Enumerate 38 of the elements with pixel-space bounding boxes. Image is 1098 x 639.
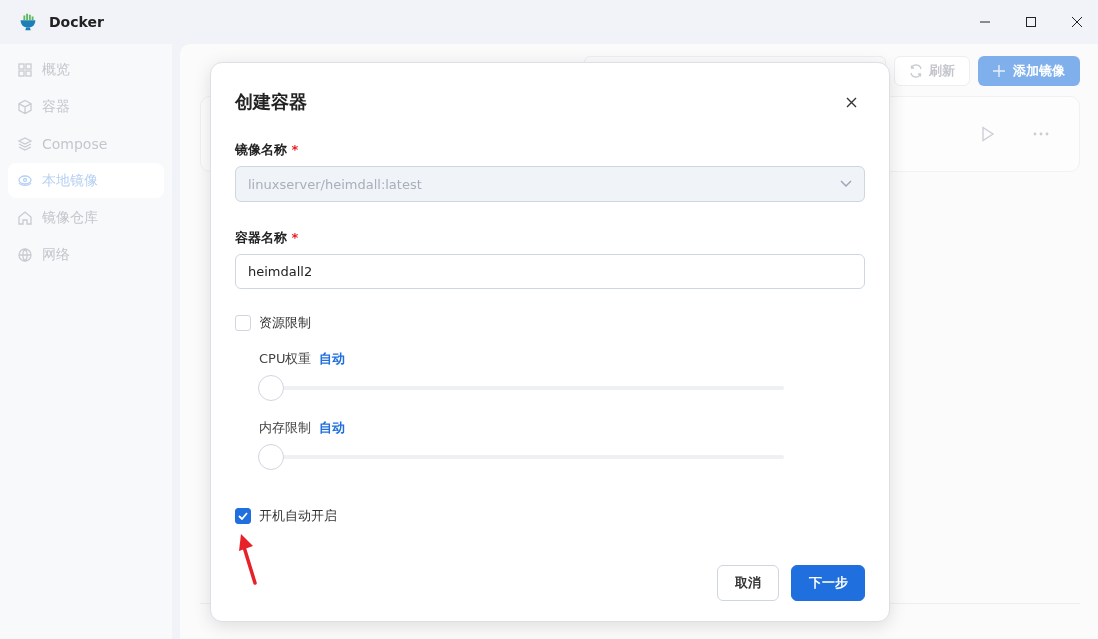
chevron-down-icon <box>840 180 852 188</box>
next-button[interactable]: 下一步 <box>791 565 865 601</box>
plus-icon <box>993 65 1005 77</box>
field-label: 容器名称 <box>235 230 287 245</box>
required-mark: * <box>291 142 299 157</box>
sidebar-item[interactable]: 本地镜像 <box>8 163 164 198</box>
checkbox-label: 资源限制 <box>259 314 311 332</box>
slider-label: 内存限制 <box>259 419 311 437</box>
globe-icon <box>17 246 33 263</box>
play-icon[interactable] <box>981 126 995 142</box>
slider-value: 自动 <box>319 350 346 368</box>
refresh-icon <box>909 64 923 78</box>
slider[interactable] <box>259 375 784 401</box>
checkbox[interactable] <box>235 508 251 524</box>
more-icon[interactable] <box>1033 132 1049 136</box>
layers-icon <box>17 135 33 152</box>
slider[interactable] <box>259 444 784 470</box>
window-title: Docker <box>49 14 104 30</box>
disc-icon <box>17 172 33 189</box>
checkbox-label: 开机自动开启 <box>259 507 337 525</box>
refresh-button[interactable]: 刷新 <box>894 56 970 86</box>
cancel-button[interactable]: 取消 <box>717 565 779 601</box>
close-icon[interactable] <box>1071 16 1083 28</box>
close-icon[interactable] <box>846 96 857 108</box>
slider-thumb[interactable] <box>258 375 284 401</box>
add-image-button[interactable]: 添加镜像 <box>978 56 1080 86</box>
required-mark: * <box>291 230 299 245</box>
home-icon <box>17 209 33 226</box>
cube-icon <box>17 98 33 115</box>
check-icon <box>238 512 248 520</box>
slider-thumb[interactable] <box>258 444 284 470</box>
container-name-input[interactable]: heimdall2 <box>235 254 865 289</box>
dialog-title: 创建容器 <box>235 90 307 114</box>
maximize-icon[interactable] <box>1025 16 1037 28</box>
slider-label: CPU权重 <box>259 350 312 368</box>
field-label: 镜像名称 <box>235 142 287 157</box>
grid-icon <box>17 61 33 78</box>
slider-value: 自动 <box>319 419 345 437</box>
